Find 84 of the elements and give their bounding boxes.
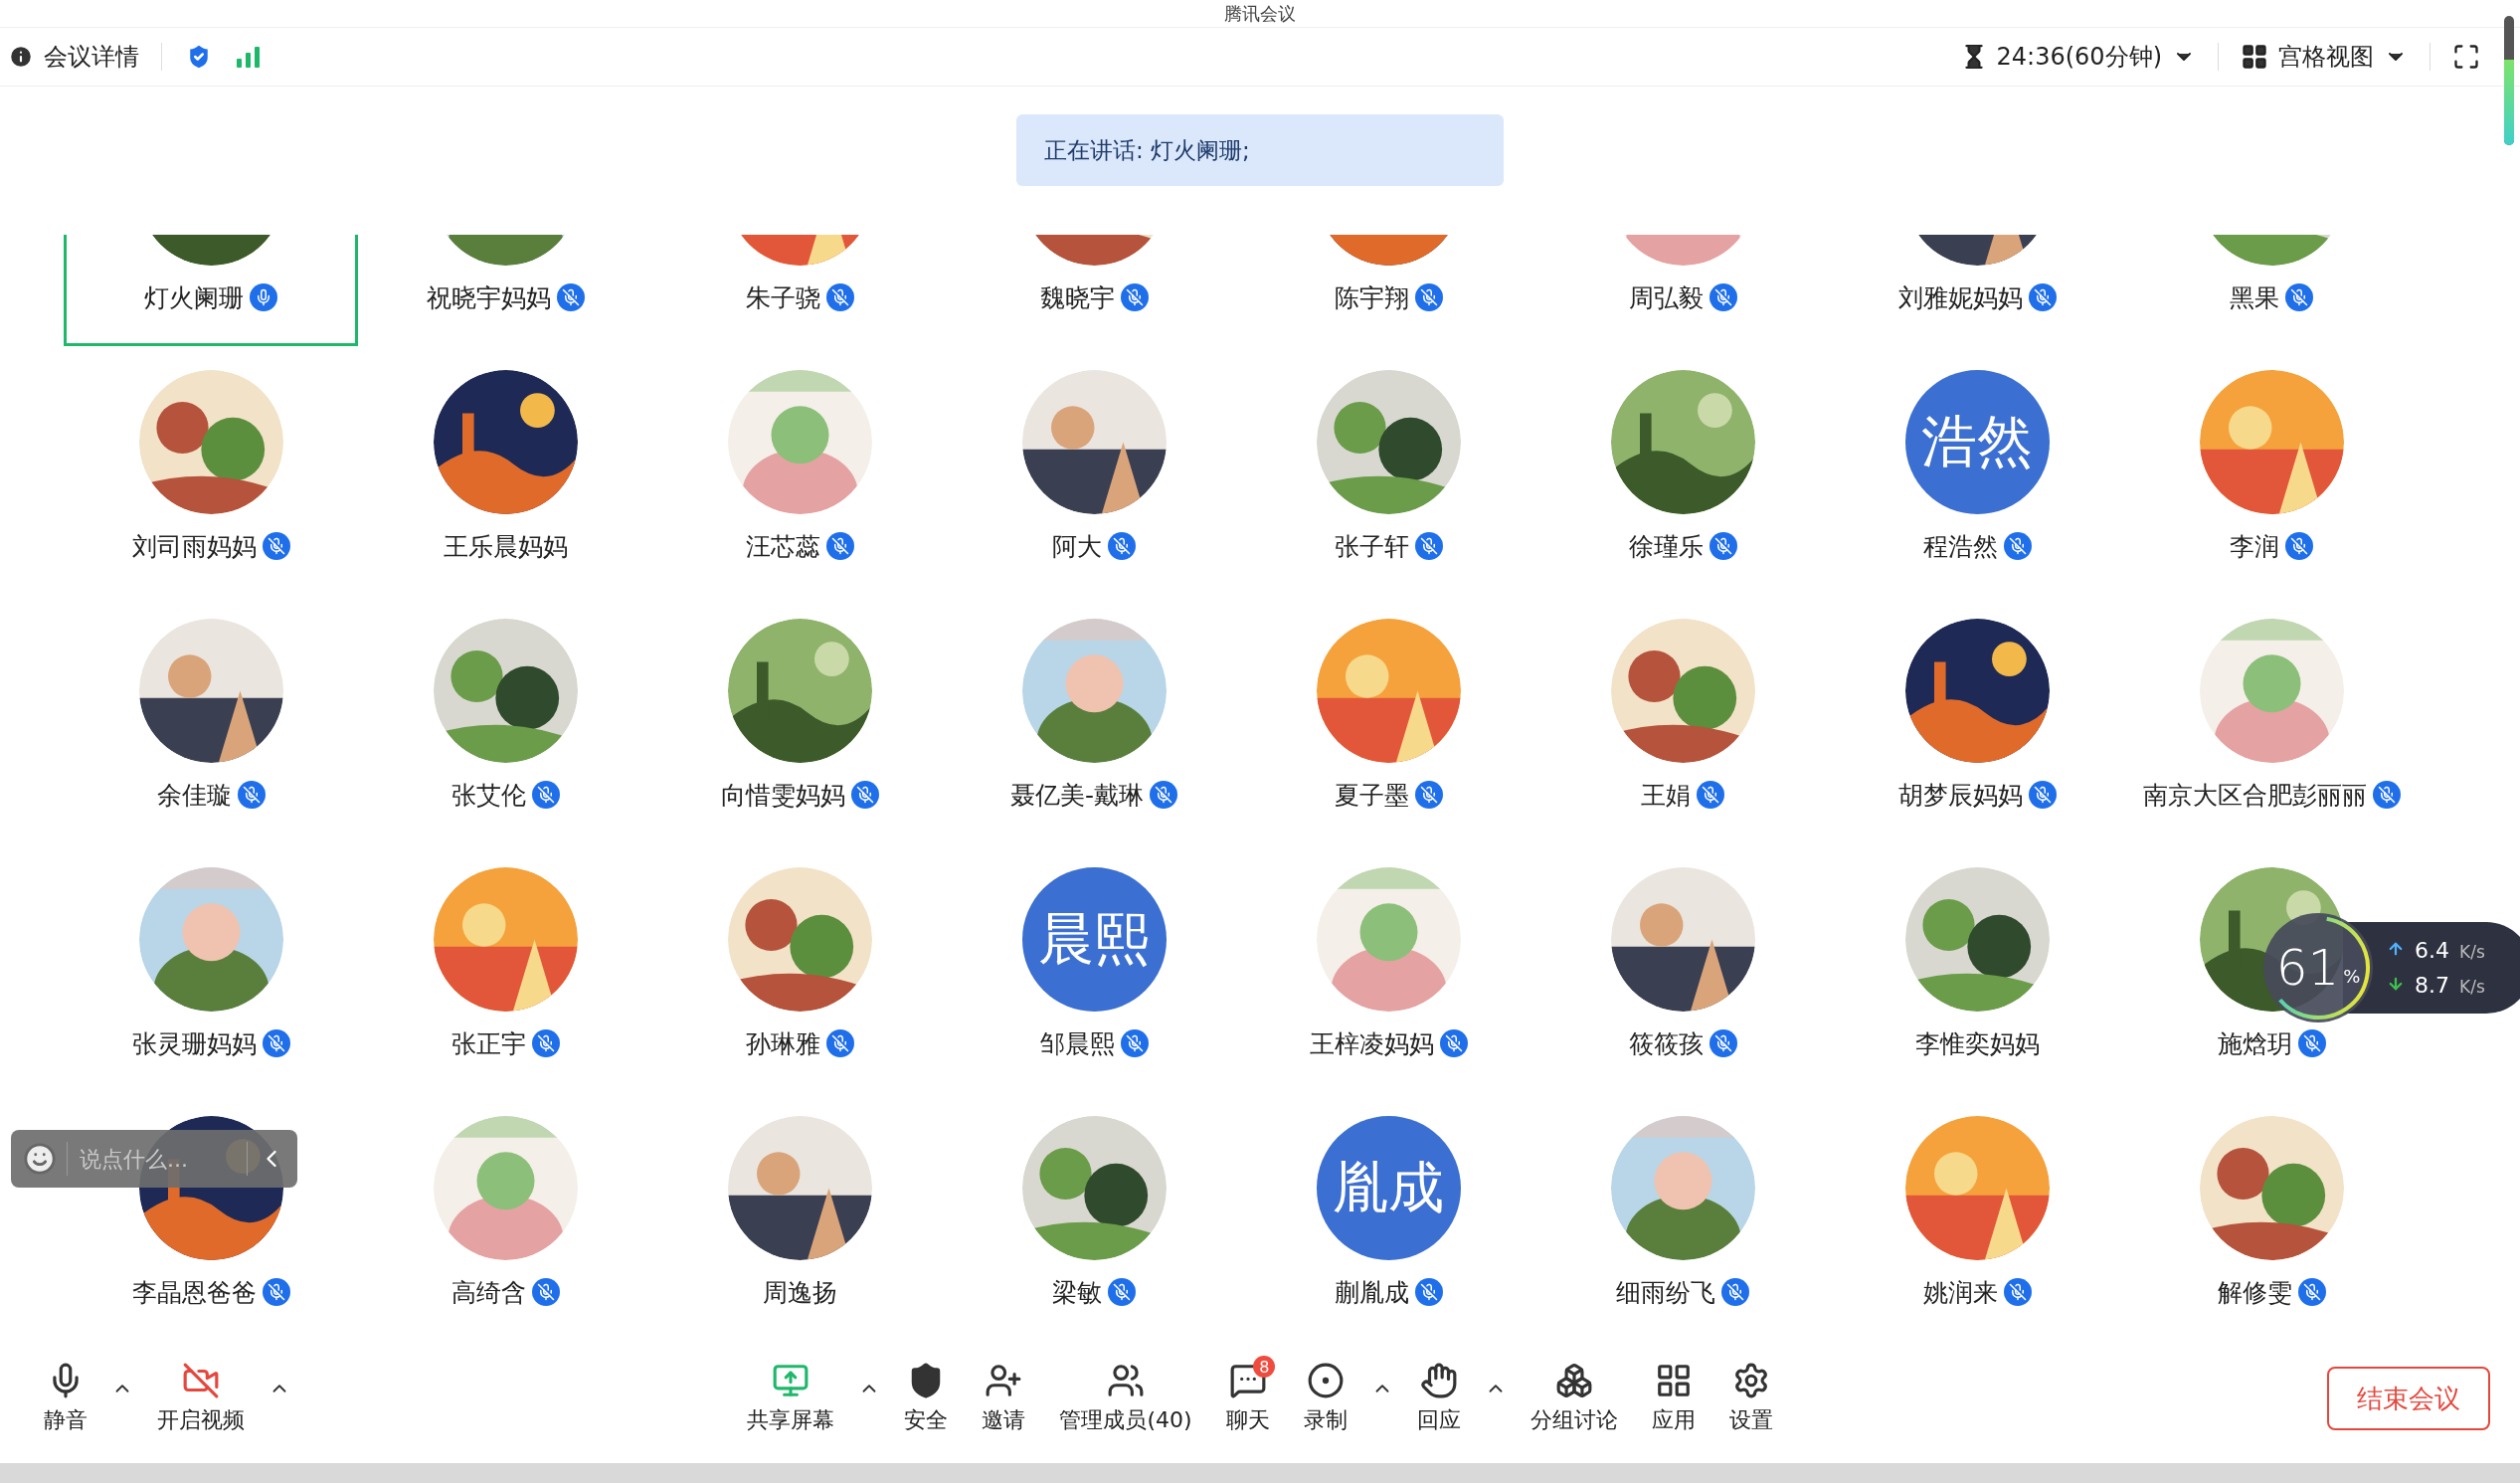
participant-name: 阿大: [1052, 530, 1102, 563]
meeting-details-button[interactable]: 会议详情: [8, 41, 139, 73]
participant-name: 周弘毅: [1628, 281, 1704, 314]
participant-name: 王乐晨妈妈: [443, 530, 568, 563]
participant-name: 周逸扬: [762, 1276, 837, 1309]
participant-name: 胡梦辰妈妈: [1897, 779, 2023, 812]
participant-name: 张灵珊妈妈: [131, 1027, 257, 1060]
participant-name: 朱子骁: [745, 281, 820, 314]
record-icon: [1306, 1362, 1345, 1399]
toolbar-button[interactable]: 共享屏幕: [733, 1362, 849, 1435]
toolbar-button[interactable]: 安全: [890, 1362, 963, 1435]
screen-share-icon: [772, 1362, 810, 1399]
info-icon: [8, 44, 34, 70]
speed-unit: K/s: [2459, 942, 2485, 962]
view-button[interactable]: 宫格视图: [2241, 41, 2408, 73]
participant-name: 张艾伦: [450, 779, 526, 812]
users-icon: [1107, 1362, 1145, 1399]
percent-sign: %: [2343, 965, 2361, 987]
participant-name: 李润: [2230, 530, 2279, 563]
toolbar-button[interactable]: 分组讨论: [1516, 1362, 1632, 1435]
speaking-banner: 正在讲话: 灯火阑珊;: [1016, 114, 1504, 186]
participant-name: 蒯胤成: [1334, 1276, 1409, 1309]
participant-name: 张正宇: [450, 1027, 526, 1060]
participant-name: 邹晨熙: [1039, 1027, 1115, 1060]
toolbar-button[interactable]: 录制: [1289, 1362, 1361, 1435]
participant-name: 黑果: [2230, 281, 2279, 314]
participant-name: 刘司雨妈妈: [131, 530, 257, 563]
participant-name: 向惜雯妈妈: [720, 779, 845, 812]
participant-name: 张子轩: [1334, 530, 1409, 563]
smiley-icon: [23, 1142, 57, 1176]
avatar: 浩然: [1904, 370, 2050, 514]
toolbar-button[interactable]: 管理成员(40): [1045, 1362, 1206, 1435]
download-speed: 8.7: [2415, 973, 2449, 998]
emoji-button[interactable]: [23, 1142, 57, 1176]
video-off-icon: [182, 1362, 220, 1399]
add-user-icon: [985, 1362, 1023, 1399]
unread-badge: 8: [1253, 1356, 1276, 1378]
avatar: 晨熙: [1021, 867, 1167, 1012]
avatar: 胤成: [1316, 1116, 1461, 1260]
participant-name: 姚润来: [1922, 1276, 1998, 1309]
participant-name: 刘雅妮妈妈: [1897, 281, 2023, 314]
chat-icon: [1228, 1362, 1267, 1399]
toolbar-button[interactable]: 设置: [1714, 1362, 1787, 1435]
speed-unit: K/s: [2459, 977, 2485, 997]
participant-name: 施焓玥: [2217, 1027, 2292, 1060]
participant-name: 高绮含: [450, 1276, 526, 1309]
participant-name: 王娟: [1641, 779, 1691, 812]
participant-name: 李晶恩爸爸: [131, 1276, 257, 1309]
participant-name: 祝晓宇妈妈: [426, 281, 551, 314]
participant-name: 聂亿美-戴琳: [1010, 779, 1144, 812]
grid-icon: [2241, 43, 2268, 71]
toolbar-button[interactable]: 邀请: [968, 1362, 1040, 1435]
fullscreen-icon[interactable]: [2452, 43, 2480, 71]
hand-icon: [1419, 1362, 1458, 1399]
scrollbar[interactable]: [2504, 16, 2514, 145]
end-meeting-button[interactable]: 结束会议: [2327, 1367, 2490, 1430]
participant-name: 魏晓宇: [1039, 281, 1115, 314]
window-title: 腾讯会议: [1224, 1, 1296, 26]
participant-name: 李惟奕妈妈: [1914, 1027, 2040, 1060]
blocks-icon: [1554, 1362, 1593, 1399]
toolbar-button[interactable]: 应用: [1637, 1362, 1710, 1435]
chat-input-field[interactable]: 说点什么...: [67, 1142, 248, 1176]
participant-name: 灯火阑珊: [144, 281, 244, 314]
participant-name: 余佳璇: [156, 779, 232, 812]
participant-name: 南京大区合肥彭丽丽: [2142, 779, 2367, 812]
upload-speed: 6.4: [2415, 938, 2449, 963]
signal-icon: [236, 45, 262, 69]
toolbar-button[interactable]: 回应: [1402, 1362, 1475, 1435]
participant-name: 孙琳雅: [745, 1027, 820, 1060]
participant-name: 夏子墨: [1334, 779, 1409, 812]
participant-name: 王梓凌妈妈: [1309, 1027, 1434, 1060]
participant-name: 解修雯: [2217, 1276, 2292, 1309]
participant-name: 程浩然: [1922, 530, 1998, 563]
participant-name: 汪芯蕊: [745, 530, 820, 563]
participant-name: 梁敏: [1052, 1276, 1102, 1309]
toolbar-button[interactable]: 静音: [30, 1362, 101, 1435]
toolbar-button[interactable]: 开启视频: [143, 1362, 259, 1435]
download-arrow-icon: [2387, 975, 2405, 993]
participant-name: 徐瑾乐: [1628, 530, 1704, 563]
timer-button[interactable]: 24:36(60分钟): [1960, 41, 2196, 73]
participant-name: 筱筱孩: [1628, 1027, 1704, 1060]
participant-name: 陈宇翔: [1334, 281, 1409, 314]
participant-name: 细雨纷飞: [1616, 1276, 1715, 1309]
usage-percent: 61: [2275, 939, 2340, 997]
